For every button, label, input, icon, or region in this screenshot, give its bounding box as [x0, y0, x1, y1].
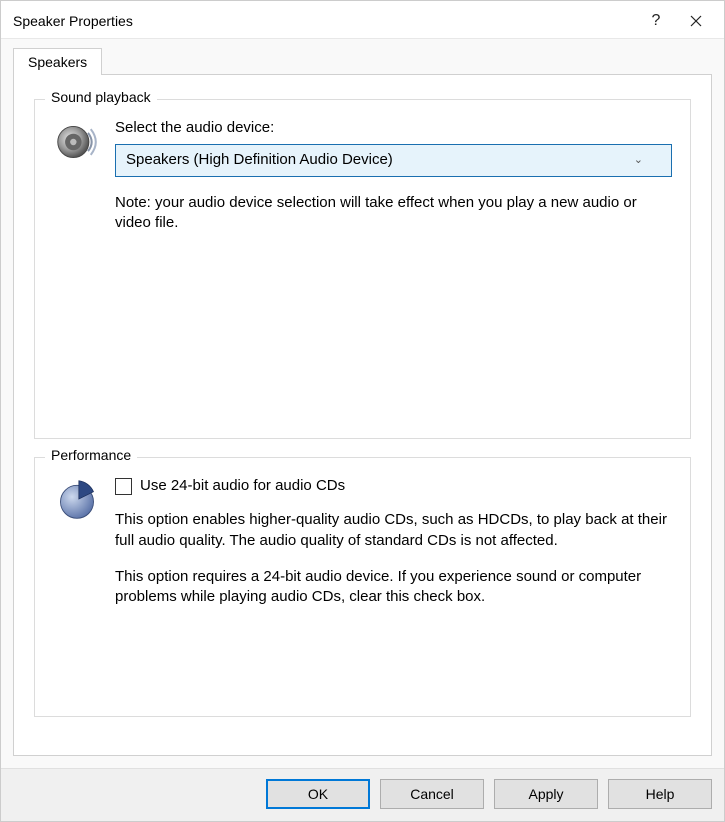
close-icon[interactable]	[676, 6, 716, 36]
chevron-down-icon: ⌄	[634, 153, 643, 168]
select-device-label: Select the audio device:	[115, 118, 672, 138]
help-icon[interactable]: ?	[636, 6, 676, 36]
sound-playback-group: Sound playback	[34, 99, 691, 439]
performance-group: Performance	[34, 457, 691, 717]
tab-panel: Sound playback	[13, 74, 712, 756]
tab-row: Speakers	[13, 47, 712, 74]
dialog-window: Speaker Properties ? Speakers Sound play…	[0, 0, 725, 822]
sound-playback-legend: Sound playback	[45, 89, 157, 105]
audio-device-selected-value: Speakers (High Definition Audio Device)	[126, 150, 393, 170]
help-button[interactable]: Help	[608, 779, 712, 809]
performance-desc-1: This option enables higher-quality audio…	[115, 510, 672, 551]
content-area: Speakers Sound playback	[1, 39, 724, 768]
apply-button[interactable]: Apply	[494, 779, 598, 809]
24bit-checkbox-label: Use 24-bit audio for audio CDs	[140, 476, 345, 496]
button-row: OK Cancel Apply Help	[1, 768, 724, 821]
24bit-checkbox[interactable]	[115, 478, 132, 495]
cancel-button[interactable]: Cancel	[380, 779, 484, 809]
tab-speakers[interactable]: Speakers	[13, 48, 102, 75]
audio-device-select[interactable]: Speakers (High Definition Audio Device) …	[115, 144, 672, 176]
24bit-checkbox-row[interactable]: Use 24-bit audio for audio CDs	[115, 476, 672, 496]
titlebar: Speaker Properties ?	[1, 1, 724, 39]
performance-icon	[53, 476, 101, 522]
performance-desc-2: This option requires a 24-bit audio devi…	[115, 567, 672, 608]
speaker-icon	[53, 118, 101, 164]
playback-note: Note: your audio device selection will t…	[115, 193, 672, 234]
ok-button[interactable]: OK	[266, 779, 370, 809]
window-title: Speaker Properties	[13, 13, 636, 29]
performance-legend: Performance	[45, 447, 137, 463]
